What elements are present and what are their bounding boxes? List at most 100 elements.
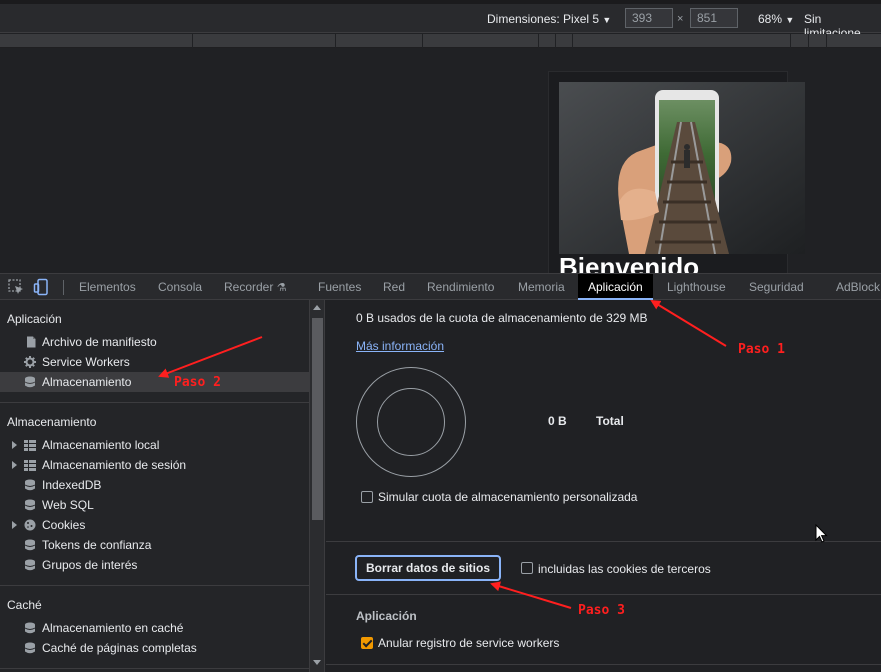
gear-icon	[24, 356, 36, 368]
sidebar-item-back-forward-cache[interactable]: Caché de páginas completas	[0, 638, 309, 658]
more-info-link[interactable]: Más información	[356, 339, 444, 353]
main-divider	[326, 664, 881, 665]
ruler-segment	[790, 34, 791, 48]
ruler-segment	[192, 34, 193, 48]
sidebar-item-label: Web SQL	[42, 498, 94, 512]
step1-annotation: Paso 1	[738, 342, 785, 357]
sidebar-item-trust-tokens[interactable]: Tokens de confianza	[0, 535, 309, 555]
emulated-page: Bienvenido	[548, 71, 805, 273]
database-icon	[24, 642, 36, 654]
sidebar-item-label: Caché de páginas completas	[42, 641, 197, 655]
sidebar-item-service-workers[interactable]: Service Workers	[0, 352, 309, 372]
sidebar-item-manifest[interactable]: Archivo de manifiesto	[0, 332, 309, 352]
sidebar-item-label: Tokens de confianza	[42, 538, 152, 552]
scrollbar-thumb[interactable]	[312, 318, 323, 520]
tab-security[interactable]: Seguridad	[739, 274, 814, 300]
devtools-tabbar: Elementos Consola Recorder ⚗ Fuentes Red…	[0, 273, 881, 300]
tab-lighthouse[interactable]: Lighthouse	[657, 274, 736, 300]
unregister-service-workers-label: Anular registro de service workers	[378, 636, 560, 650]
database-icon	[24, 559, 36, 571]
expand-triangle-icon[interactable]	[12, 441, 17, 449]
ruler-segment	[538, 34, 539, 48]
simulate-quota-label: Simular cuota de almacenamiento personal…	[378, 490, 638, 504]
simulate-quota-checkbox[interactable]	[361, 491, 373, 503]
tab-elements[interactable]: Elementos	[69, 274, 146, 300]
scroll-down-arrow-icon[interactable]	[313, 660, 321, 665]
tab-network[interactable]: Red	[373, 274, 415, 300]
zoom-select[interactable]: 68% ▼	[758, 12, 794, 26]
unregister-service-workers-checkbox[interactable]	[361, 637, 373, 649]
tab-application[interactable]: Aplicación	[578, 274, 653, 300]
ruler-segment	[335, 34, 336, 48]
flask-icon: ⚗	[276, 282, 287, 294]
sidebar-item-cookies[interactable]: Cookies	[0, 515, 309, 535]
devtools-window: Dimensiones: Pixel 5 ▼ 393 × 851 68% ▼ S…	[0, 0, 881, 672]
sidebar-item-cache-storage[interactable]: Almacenamiento en caché	[0, 618, 309, 638]
ruler-segment	[422, 34, 423, 48]
sidebar-item-label: Cookies	[42, 518, 86, 532]
scroll-up-arrow-icon[interactable]	[313, 305, 321, 310]
usage-pie-inner	[377, 388, 445, 456]
ruler-segment	[808, 34, 809, 48]
sidebar-scrollbar[interactable]	[309, 300, 325, 672]
welcome-heading: Bienvenido	[559, 252, 700, 273]
sidebar-item-interest-groups[interactable]: Grupos de interés	[0, 555, 309, 575]
device-select-label: Dimensiones: Pixel 5	[487, 12, 600, 26]
sidebar-item-session-storage[interactable]: Almacenamiento de sesión	[0, 455, 309, 475]
sidebar-item-local-storage[interactable]: Almacenamiento local	[0, 435, 309, 455]
expand-triangle-icon[interactable]	[12, 461, 17, 469]
database-icon	[24, 479, 36, 491]
sidebar-item-label: Almacenamiento	[42, 375, 132, 389]
tab-adblock[interactable]: AdBlock	[826, 274, 881, 300]
database-icon	[24, 539, 36, 551]
sidebar-item-label: IndexedDB	[42, 478, 102, 492]
device-viewport: Bienvenido	[0, 49, 881, 273]
sidebar-item-storage[interactable]: Almacenamiento	[0, 372, 309, 392]
hero-image	[559, 82, 805, 254]
tab-recorder[interactable]: Recorder ⚗	[214, 274, 297, 300]
tab-console[interactable]: Consola	[148, 274, 212, 300]
sidebar-section-storage: Almacenamiento	[7, 415, 97, 429]
tab-memory[interactable]: Memoria	[508, 274, 575, 300]
chevron-down-icon: ▼	[785, 15, 795, 25]
grid-icon	[24, 460, 36, 471]
ruler-segment	[572, 34, 573, 48]
database-icon	[24, 376, 36, 388]
media-query-ruler[interactable]	[0, 34, 881, 48]
usage-total-label: Total	[596, 414, 624, 428]
third-party-cookies-checkbox[interactable]	[521, 562, 533, 574]
sidebar-divider	[0, 402, 309, 403]
grid-icon	[24, 440, 36, 451]
quota-usage-text: 0 B usados de la cuota de almacenamiento…	[356, 311, 648, 325]
cookie-icon	[24, 519, 36, 531]
chevron-down-icon: ▼	[602, 15, 612, 25]
device-select[interactable]: Dimensiones: Pixel 5 ▼	[487, 12, 611, 26]
application-sidebar: Aplicación Archivo de manifiesto Service…	[0, 300, 309, 672]
sidebar-divider	[0, 668, 309, 669]
device-toolbar-toggle-icon[interactable]	[33, 278, 51, 296]
width-input[interactable]: 393	[625, 8, 673, 28]
ruler-segment	[555, 34, 556, 48]
toolbar-divider	[63, 280, 64, 295]
tab-performance[interactable]: Rendimiento	[417, 274, 504, 300]
mouse-cursor-icon	[815, 524, 828, 543]
height-input[interactable]: 851	[690, 8, 738, 28]
expand-triangle-icon[interactable]	[12, 521, 17, 529]
sidebar-section-cache: Caché	[7, 598, 42, 612]
tab-sources[interactable]: Fuentes	[308, 274, 371, 300]
sidebar-divider	[0, 585, 309, 586]
sidebar-item-web-sql[interactable]: Web SQL	[0, 495, 309, 515]
tab-recorder-label: Recorder	[224, 280, 274, 294]
step2-annotation: Paso 2	[174, 375, 221, 390]
sidebar-item-label: Grupos de interés	[42, 558, 138, 572]
database-icon	[24, 499, 36, 511]
sidebar-item-label: Almacenamiento de sesión	[42, 458, 187, 472]
inspect-element-icon[interactable]	[7, 278, 25, 296]
dimension-separator: ×	[677, 13, 684, 25]
database-icon	[24, 622, 36, 634]
sidebar-item-label: Almacenamiento en caché	[42, 621, 184, 635]
hand-phone-railway-image	[559, 82, 805, 254]
sidebar-item-indexeddb[interactable]: IndexedDB	[0, 475, 309, 495]
zoom-label: 68%	[758, 12, 783, 26]
clear-site-data-button[interactable]: Borrar datos de sitios	[355, 555, 501, 581]
